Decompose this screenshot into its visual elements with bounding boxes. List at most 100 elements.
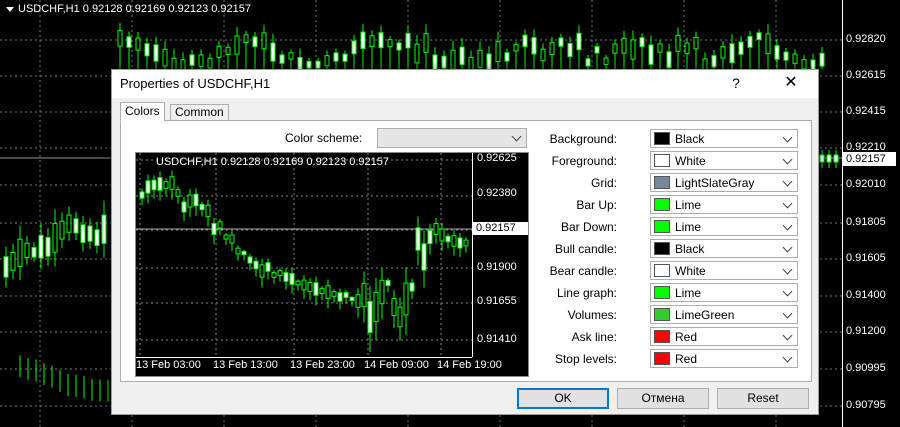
preview-candle-body [163, 181, 169, 189]
preview-candle-body [361, 282, 367, 308]
preview-candle-body [235, 247, 241, 255]
preview-candle-body [199, 203, 205, 211]
chart-preview: USDCHF,H1 0.92128 0.92169 0.92123 0.9215… [135, 152, 529, 377]
tab-common[interactable]: Common [170, 104, 229, 121]
bar-up-color-select[interactable]: Lime [650, 195, 798, 214]
chart-title-text: USDCHF,H1 0.92128 0.92169 0.92123 0.9215… [18, 3, 252, 15]
bar-up-label: Bar Up: [576, 198, 617, 212]
volumes-color-select[interactable]: LimeGreen [650, 305, 798, 324]
candle-body [459, 46, 465, 66]
candle-body [522, 34, 528, 48]
candle-body [486, 53, 492, 71]
preview-candle-body [295, 280, 301, 286]
candle-body [162, 48, 168, 67]
preview-candles [136, 153, 472, 357]
candle-body [792, 53, 798, 64]
candle-body [10, 252, 16, 271]
color-swatch [654, 176, 670, 189]
price-label: 0.90995 [846, 362, 886, 374]
candle-body [513, 44, 519, 52]
preview-candle-body [337, 292, 343, 302]
candle-body [648, 44, 654, 65]
candle-body [630, 39, 636, 60]
preview-candle-body [409, 282, 415, 292]
background-color-select[interactable]: Black [650, 129, 798, 148]
background-color-value: Black [675, 132, 705, 146]
properties-dialog: Properties of USDCHF,H1 ? ✕ Colors Commo… [111, 69, 819, 415]
bar-down-label: Bar Down: [560, 220, 617, 234]
bar-up-color-value: Lime [675, 198, 702, 212]
candle-body [342, 53, 348, 62]
candle-body [729, 43, 735, 64]
candle-body [207, 57, 213, 69]
candle-body [94, 229, 100, 247]
stop-levels-color-value: Red [675, 352, 698, 366]
ok-button[interactable]: OK [517, 388, 609, 409]
preview-candle-body [457, 237, 463, 249]
candle-body [234, 35, 240, 55]
preview-price-scale [472, 153, 473, 357]
bar-down-color-select[interactable]: Lime [650, 217, 798, 236]
candle-body [675, 34, 681, 52]
preview-candle-body [217, 221, 223, 229]
candle-body [747, 35, 753, 48]
candle-body [765, 33, 771, 55]
candle-body [243, 34, 249, 44]
candle-body [369, 35, 375, 47]
candle-body [306, 60, 312, 69]
price-label: 0.90795 [846, 399, 886, 411]
foreground-color-select[interactable]: White [650, 151, 798, 170]
chevron-down-icon [782, 176, 793, 187]
bear-candle-color-select[interactable]: White [650, 261, 798, 280]
candle-body [621, 37, 627, 54]
grid-color-select[interactable]: LightSlateGray [650, 173, 798, 192]
candle-body [3, 256, 9, 278]
close-button[interactable]: ✕ [778, 72, 804, 94]
price-label: 0.91200 [846, 325, 886, 337]
ask-line-color-select[interactable]: Red [650, 327, 798, 346]
preview-time-label: 13 Feb 13:00 [213, 359, 278, 371]
candle-body [80, 224, 86, 244]
preview-candle-body [427, 229, 433, 245]
price-label: 0.92615 [846, 69, 886, 81]
preview-candle-body [445, 235, 451, 243]
candle-body [441, 55, 447, 69]
candle-body [603, 57, 609, 65]
ask-line-color-value: Red [675, 330, 698, 344]
reset-button[interactable]: Reset [717, 388, 809, 409]
chevron-down-icon [782, 286, 793, 297]
stop-levels-color-select[interactable]: Red [650, 349, 798, 368]
candle-body [31, 247, 37, 258]
cancel-button[interactable]: Отмена [617, 388, 709, 409]
candle-body [135, 37, 141, 51]
help-button[interactable]: ? [724, 72, 748, 94]
preview-candle-body [397, 306, 403, 328]
candle-body [756, 32, 762, 41]
line-graph-color-select[interactable]: Lime [650, 283, 798, 302]
candle-body [531, 37, 537, 55]
preview-candle-body [421, 243, 427, 271]
color-swatch [654, 308, 670, 321]
candle-body [477, 49, 483, 68]
bull-candle-color-select[interactable]: Black [650, 239, 798, 258]
preview-candle-body [463, 239, 469, 247]
preview-candle-body [379, 279, 385, 305]
foreground-color-value: White [675, 154, 706, 168]
candle-body [684, 42, 690, 55]
chevron-down-icon [782, 198, 793, 209]
candle-body [378, 32, 384, 49]
preview-candle-body [139, 191, 145, 199]
bear-candle-color-value: White [675, 264, 706, 278]
color-swatch [654, 132, 670, 145]
preview-candle-body [259, 264, 265, 278]
candle-body [495, 41, 501, 63]
preview-candle-body [169, 176, 175, 190]
preview-candle-body [157, 177, 163, 191]
background-label: Background: [549, 132, 617, 146]
price-label: 0.91400 [846, 289, 886, 301]
preview-candle-body [403, 282, 409, 316]
tab-colors[interactable]: Colors [120, 102, 165, 122]
dialog-title: Properties of USDCHF,H1 [120, 76, 271, 91]
candle-body [38, 234, 44, 259]
candle-body [423, 33, 429, 53]
